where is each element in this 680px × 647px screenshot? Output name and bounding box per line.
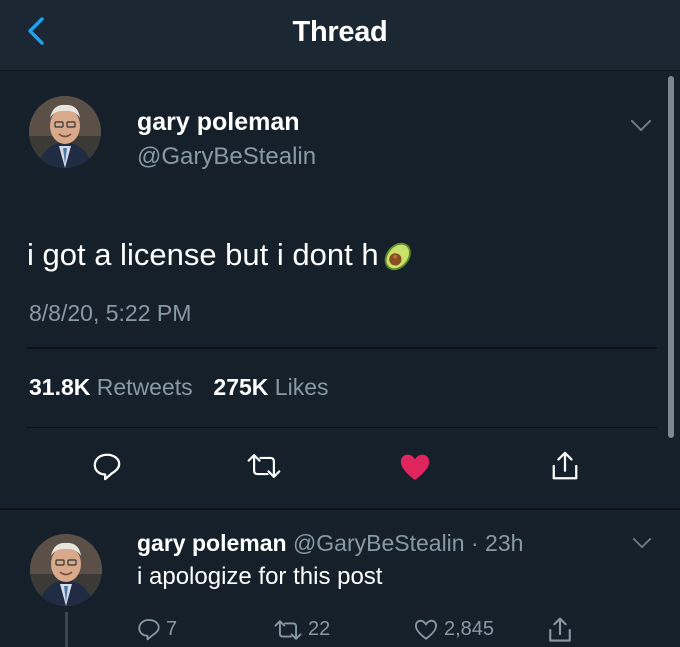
divider: [27, 427, 657, 428]
chevron-down-icon[interactable]: [632, 537, 652, 550]
tweet-text-row: i got a license but i dont h: [27, 236, 418, 274]
reply-avatar[interactable]: [30, 534, 102, 606]
avocado-emoji-icon: [384, 242, 411, 271]
share-icon[interactable]: [547, 616, 573, 644]
thread-line: [65, 612, 68, 647]
scrollbar[interactable]: [668, 76, 674, 438]
reply-time: · 23h: [470, 530, 524, 556]
retweets-count[interactable]: 31.8K: [29, 374, 90, 400]
author-name[interactable]: gary poleman: [137, 108, 300, 137]
divider: [0, 508, 680, 510]
retweet-icon: [274, 619, 302, 640]
reply-action-retweet[interactable]: 22: [273, 618, 330, 641]
reply-action-like[interactable]: 2,845: [413, 618, 494, 641]
reply-author-handle[interactable]: @GaryBeStealin: [293, 530, 465, 556]
reply-text: i apologize for this post: [137, 563, 383, 590]
reply-author-name[interactable]: gary poleman: [137, 530, 287, 556]
page-title: Thread: [292, 16, 388, 48]
reply-icon[interactable]: [92, 451, 122, 481]
retweets-label[interactable]: Retweets: [97, 374, 193, 400]
avatar-portrait-icon: [30, 534, 102, 606]
tweet-stats: 31.8K Retweets 275K Likes: [29, 374, 329, 401]
top-bar: Thread: [0, 0, 680, 71]
reply-icon: [138, 619, 160, 641]
tweet-timestamp: 8/8/20, 5:22 PM: [29, 300, 192, 326]
author-handle[interactable]: @GaryBeStealin: [137, 143, 316, 171]
likes-label[interactable]: Likes: [275, 374, 329, 400]
reply-header: gary poleman @GaryBeStealin · 23h: [137, 530, 523, 557]
heart-icon: [414, 619, 438, 640]
tweet-text: i got a license but i dont h: [27, 237, 379, 272]
share-icon[interactable]: [550, 450, 580, 482]
likes-count[interactable]: 275K: [213, 374, 268, 400]
avatar[interactable]: [29, 96, 101, 168]
heart-icon[interactable]: [398, 452, 432, 482]
avatar-portrait-icon: [29, 96, 101, 168]
like-count: 2,845: [444, 618, 495, 640]
reply-action-reply[interactable]: 7: [137, 617, 177, 641]
divider: [27, 347, 657, 349]
reply-count: 7: [166, 617, 178, 640]
retweet-icon[interactable]: [246, 452, 282, 480]
retweet-count: 22: [308, 618, 331, 640]
chevron-down-icon[interactable]: [630, 119, 652, 133]
